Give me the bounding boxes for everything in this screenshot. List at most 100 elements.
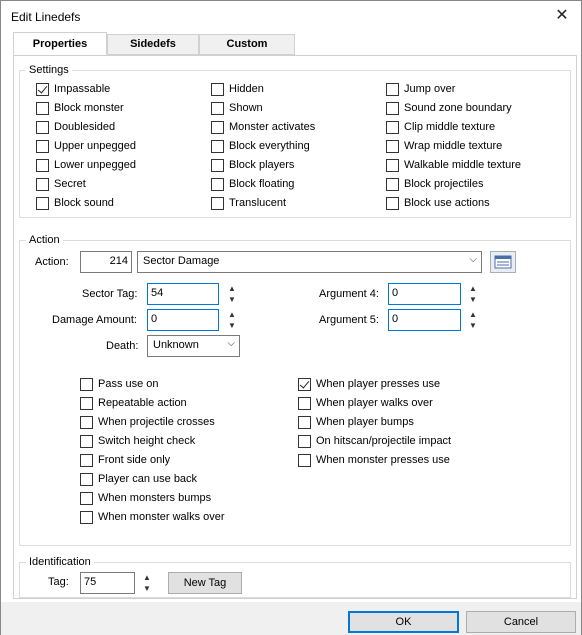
flag-monster-walks-over-checkbox[interactable]: When monster walks over [80, 509, 225, 525]
flag-monster-presses-use-checkbox[interactable]: When monster presses use [298, 452, 450, 468]
checkbox-box[interactable] [298, 434, 311, 448]
checkbox-box[interactable] [80, 453, 93, 467]
checkbox-box[interactable] [211, 139, 224, 153]
checkbox-box[interactable] [386, 177, 399, 191]
checkbox-box[interactable] [80, 434, 93, 448]
flag-projectile-crosses-checkbox[interactable]: When projectile crosses [80, 414, 215, 430]
settings-block-everything-checkbox[interactable]: Block everything [211, 138, 310, 154]
checkbox-box[interactable] [211, 120, 224, 134]
settings-clip-middle-texture-checkbox[interactable]: Clip middle texture [386, 119, 495, 135]
settings-secret-checkbox[interactable]: Secret [36, 176, 86, 192]
checkbox-box[interactable] [80, 491, 93, 505]
settings-shown-checkbox[interactable]: Shown [211, 100, 263, 116]
tab-custom[interactable]: Custom [199, 34, 295, 55]
flag-pass-use-on-checkbox[interactable]: Pass use on [80, 376, 159, 392]
flag-switch-height-check-checkbox[interactable]: Switch height check [80, 433, 195, 449]
settings-hidden-checkbox[interactable]: Hidden [211, 81, 264, 97]
flag-monsters-bumps-checkbox[interactable]: When monsters bumps [80, 490, 211, 506]
tab-properties[interactable]: Properties [13, 32, 107, 55]
spinner-down-icon[interactable]: ▼ [225, 294, 239, 305]
damage-amount-input[interactable]: 0 [147, 309, 219, 331]
damage-amount-spinner[interactable]: ▲ ▼ [225, 309, 239, 331]
spinner-up-icon[interactable]: ▲ [466, 283, 480, 294]
death-dropdown[interactable]: Unknown ⌵ [147, 335, 240, 357]
title-bar[interactable]: Edit Linedefs ✕ [1, 1, 581, 31]
tab-sidedefs[interactable]: Sidedefs [107, 34, 199, 55]
checkbox-box[interactable] [36, 101, 49, 115]
flag-player-bumps-checkbox[interactable]: When player bumps [298, 414, 414, 430]
spinner-up-icon[interactable]: ▲ [225, 309, 239, 320]
settings-translucent-checkbox[interactable]: Translucent [211, 195, 286, 211]
checkbox-box[interactable] [36, 82, 49, 96]
argument4-input[interactable]: 0 [388, 283, 461, 305]
checkbox-box[interactable] [386, 101, 399, 115]
sector-tag-spinner[interactable]: ▲ ▼ [225, 283, 239, 305]
settings-impassable-checkbox[interactable]: Impassable [36, 81, 110, 97]
flag-player-can-use-back-checkbox[interactable]: Player can use back [80, 471, 197, 487]
close-icon[interactable]: ✕ [551, 5, 573, 27]
checkbox-box[interactable] [36, 139, 49, 153]
checkbox-box[interactable] [36, 158, 49, 172]
checkbox-box[interactable] [80, 377, 93, 391]
argument5-spinner[interactable]: ▲ ▼ [466, 309, 480, 331]
checkbox-box[interactable] [386, 196, 399, 210]
spinner-up-icon[interactable]: ▲ [466, 309, 480, 320]
settings-sound-zone-boundary-checkbox[interactable]: Sound zone boundary [386, 100, 512, 116]
new-tag-button[interactable]: New Tag [168, 572, 242, 594]
checkbox-box[interactable] [36, 120, 49, 134]
checkbox-box[interactable] [80, 510, 93, 524]
action-browser-button[interactable] [490, 251, 516, 273]
checkbox-box[interactable] [211, 82, 224, 96]
checkbox-box[interactable] [298, 415, 311, 429]
checkbox-box[interactable] [211, 177, 224, 191]
checkbox-box[interactable] [36, 196, 49, 210]
checkbox-box[interactable] [298, 396, 311, 410]
settings-walkable-middle-texture-checkbox[interactable]: Walkable middle texture [386, 157, 521, 173]
checkbox-box[interactable] [298, 377, 311, 391]
checkbox-box[interactable] [386, 158, 399, 172]
flag-player-walks-over-checkbox[interactable]: When player walks over [298, 395, 433, 411]
ok-button[interactable]: OK [348, 611, 459, 633]
checkbox-box[interactable] [386, 82, 399, 96]
spinner-down-icon[interactable]: ▼ [466, 320, 480, 331]
checkbox-box[interactable] [211, 196, 224, 210]
settings-block-monster-checkbox[interactable]: Block monster [36, 100, 124, 116]
spinner-down-icon[interactable]: ▼ [225, 320, 239, 331]
cancel-button[interactable]: Cancel [466, 611, 576, 633]
settings-block-sound-checkbox[interactable]: Block sound [36, 195, 114, 211]
action-type-dropdown[interactable]: Sector Damage ⌵ [137, 251, 482, 273]
checkbox-box[interactable] [36, 177, 49, 191]
flag-hitscan-projectile-impact-checkbox[interactable]: On hitscan/projectile impact [298, 433, 451, 449]
argument5-input[interactable]: 0 [388, 309, 461, 331]
tag-input[interactable]: 75 [80, 572, 135, 594]
argument4-spinner[interactable]: ▲ ▼ [466, 283, 480, 305]
tag-spinner[interactable]: ▲ ▼ [140, 572, 154, 594]
settings-wrap-middle-texture-checkbox[interactable]: Wrap middle texture [386, 138, 502, 154]
settings-monster-activates-checkbox[interactable]: Monster activates [211, 119, 315, 135]
spinner-up-icon[interactable]: ▲ [140, 572, 154, 583]
settings-lower-unpegged-checkbox[interactable]: Lower unpegged [36, 157, 136, 173]
spinner-down-icon[interactable]: ▼ [140, 583, 154, 594]
checkbox-box[interactable] [211, 158, 224, 172]
checkbox-box[interactable] [211, 101, 224, 115]
checkbox-box[interactable] [386, 120, 399, 134]
settings-doublesided-checkbox[interactable]: Doublesided [36, 119, 115, 135]
flag-player-presses-use-checkbox[interactable]: When player presses use [298, 376, 440, 392]
settings-block-projectiles-checkbox[interactable]: Block projectiles [386, 176, 483, 192]
checkbox-box[interactable] [80, 472, 93, 486]
settings-block-players-checkbox[interactable]: Block players [211, 157, 294, 173]
checkbox-box[interactable] [80, 396, 93, 410]
settings-block-use-actions-checkbox[interactable]: Block use actions [386, 195, 490, 211]
settings-block-floating-checkbox[interactable]: Block floating [211, 176, 294, 192]
flag-repeatable-action-checkbox[interactable]: Repeatable action [80, 395, 187, 411]
spinner-down-icon[interactable]: ▼ [466, 294, 480, 305]
spinner-up-icon[interactable]: ▲ [225, 283, 239, 294]
settings-jump-over-checkbox[interactable]: Jump over [386, 81, 455, 97]
flag-front-side-only-checkbox[interactable]: Front side only [80, 452, 170, 468]
checkbox-box[interactable] [298, 453, 311, 467]
action-number-input[interactable]: 214 [80, 251, 132, 273]
sector-tag-input[interactable]: 54 [147, 283, 219, 305]
checkbox-box[interactable] [386, 139, 399, 153]
settings-upper-unpegged-checkbox[interactable]: Upper unpegged [36, 138, 136, 154]
checkbox-box[interactable] [80, 415, 93, 429]
